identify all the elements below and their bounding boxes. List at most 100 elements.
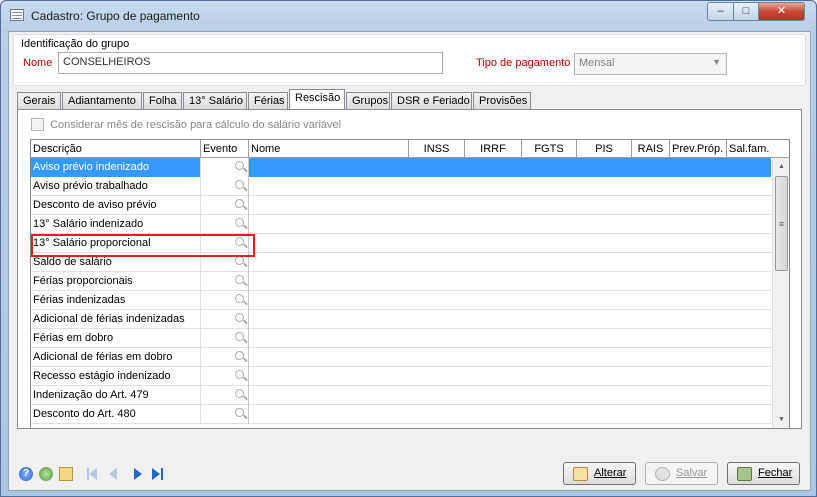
tab-grupos[interactable]: Grupos	[346, 92, 390, 110]
search-icon[interactable]	[235, 256, 244, 265]
row-evento-field[interactable]	[201, 158, 249, 177]
salvar-button[interactable]: Salvar	[645, 462, 718, 485]
search-icon[interactable]	[235, 180, 244, 189]
row-descricao: Desconto do Art. 480	[31, 405, 201, 424]
column-header-sal-fam[interactable]: Sal.fam.	[727, 140, 789, 158]
next-record-icon[interactable]	[134, 468, 142, 480]
table-row[interactable]: Adicional de férias indenizadas	[31, 310, 771, 329]
identification-group: Identificação do grupo Nome CONSELHEIROS…	[13, 34, 806, 86]
table-row[interactable]: Férias em dobro	[31, 329, 771, 348]
title-bar[interactable]: Cadastro: Grupo de pagamento – □ ✕	[1, 1, 816, 31]
row-evento-field[interactable]	[201, 196, 249, 215]
table-row[interactable]: Desconto do Art. 480	[31, 405, 771, 424]
tab-ferias[interactable]: Férias	[248, 92, 288, 110]
row-evento-field[interactable]	[201, 234, 249, 253]
minimize-button[interactable]: –	[707, 2, 734, 21]
row-nome	[249, 196, 771, 215]
fechar-button[interactable]: Fechar	[727, 462, 800, 485]
table-row[interactable]: 13° Salário indenizado	[31, 215, 771, 234]
tab-dsr-feriado[interactable]: DSR e Feriado	[391, 92, 472, 110]
search-icon[interactable]	[235, 199, 244, 208]
row-evento-field[interactable]	[201, 386, 249, 405]
tab-rescisao[interactable]: Rescisão	[289, 89, 345, 111]
row-evento-field[interactable]	[201, 291, 249, 310]
tab-adiantamento[interactable]: Adiantamento	[62, 92, 142, 110]
maximize-button[interactable]: □	[733, 2, 759, 21]
grid-vertical-scrollbar[interactable]: ▲ ≡ ▼	[772, 158, 789, 428]
alterar-label: Alterar	[594, 467, 627, 479]
column-header-fgts[interactable]: FGTS	[522, 140, 577, 158]
row-evento-field[interactable]	[201, 367, 249, 386]
table-row[interactable]: Aviso prévio indenizado	[31, 158, 771, 177]
table-row[interactable]: Desconto de aviso prévio	[31, 196, 771, 215]
table-row[interactable]: Saldo de salário	[31, 253, 771, 272]
search-icon[interactable]	[235, 275, 244, 284]
row-evento-field[interactable]	[201, 329, 249, 348]
search-icon[interactable]	[235, 237, 244, 246]
table-row[interactable]: Recesso estágio indenizado	[31, 367, 771, 386]
search-icon[interactable]	[235, 408, 244, 417]
tab-13-salario[interactable]: 13° Salário	[183, 92, 247, 110]
table-row[interactable]: 13° Salário proporcional	[31, 234, 771, 253]
refresh-icon[interactable]	[39, 467, 53, 481]
help-icon[interactable]: ?	[19, 467, 33, 481]
row-evento-field[interactable]	[201, 310, 249, 329]
tab-folha[interactable]: Folha	[143, 92, 182, 110]
column-header-evento[interactable]: Evento	[201, 140, 249, 158]
row-descricao: Saldo de salário	[31, 253, 201, 272]
table-row[interactable]: Férias indenizadas	[31, 291, 771, 310]
search-icon[interactable]	[235, 161, 244, 170]
row-evento-field[interactable]	[201, 215, 249, 234]
search-icon[interactable]	[235, 389, 244, 398]
row-evento-field[interactable]	[201, 348, 249, 367]
name-label: Nome	[23, 57, 53, 69]
table-row[interactable]: Férias proporcionais	[31, 272, 771, 291]
row-descricao: Férias indenizadas	[31, 291, 201, 310]
row-nome	[249, 367, 771, 386]
alterar-button[interactable]: Alterar	[563, 462, 636, 485]
close-window-button[interactable]: ✕	[758, 2, 805, 21]
salvar-label: Salvar	[676, 467, 708, 479]
variable-salary-checkbox[interactable]	[31, 118, 44, 131]
search-icon[interactable]	[235, 218, 244, 227]
row-evento-field[interactable]	[201, 272, 249, 291]
search-icon[interactable]	[235, 294, 244, 303]
first-record-icon[interactable]	[89, 468, 97, 480]
row-descricao: 13° Salário proporcional	[31, 234, 201, 253]
previous-record-icon[interactable]	[109, 468, 117, 480]
column-header-prev-propria[interactable]: Prev.Próp.	[670, 140, 727, 158]
row-nome	[249, 177, 771, 196]
column-header-pis[interactable]: PIS	[577, 140, 632, 158]
scroll-down-icon[interactable]: ▼	[773, 411, 789, 428]
search-icon[interactable]	[235, 332, 244, 341]
table-row[interactable]: Aviso prévio trabalhado	[31, 177, 771, 196]
name-input[interactable]: CONSELHEIROS	[58, 52, 443, 74]
variable-salary-checkbox-label: Considerar mês de rescisão para cálculo …	[50, 119, 342, 131]
row-descricao: Desconto de aviso prévio	[31, 196, 201, 215]
last-record-icon[interactable]	[152, 468, 160, 480]
tab-gerais[interactable]: Gerais	[17, 92, 61, 110]
column-header-nome[interactable]: Nome	[249, 140, 409, 158]
scroll-thumb[interactable]: ≡	[775, 176, 788, 271]
table-row[interactable]: Indenização do Art. 479	[31, 386, 771, 405]
table-row[interactable]: Adicional de férias em dobro	[31, 348, 771, 367]
exit-icon	[737, 467, 752, 481]
scroll-up-icon[interactable]: ▲	[773, 158, 789, 175]
payment-type-select[interactable]: Mensal ▼	[574, 53, 727, 75]
export-icon[interactable]	[59, 467, 73, 481]
column-header-rais[interactable]: RAIS	[632, 140, 670, 158]
search-icon[interactable]	[235, 351, 244, 360]
column-header-inss[interactable]: INSS	[409, 140, 465, 158]
row-evento-field[interactable]	[201, 253, 249, 272]
variable-salary-checkbox-row[interactable]: Considerar mês de rescisão para cálculo …	[31, 118, 341, 131]
payment-type-value: Mensal	[579, 57, 615, 69]
column-header-descricao[interactable]: Descrição	[31, 140, 201, 158]
search-icon[interactable]	[235, 313, 244, 322]
tab-provisoes[interactable]: Provisões	[473, 92, 531, 110]
row-evento-field[interactable]	[201, 405, 249, 424]
row-nome	[249, 234, 771, 253]
search-icon[interactable]	[235, 370, 244, 379]
row-descricao: Adicional de férias indenizadas	[31, 310, 201, 329]
row-evento-field[interactable]	[201, 177, 249, 196]
column-header-irrf[interactable]: IRRF	[465, 140, 522, 158]
